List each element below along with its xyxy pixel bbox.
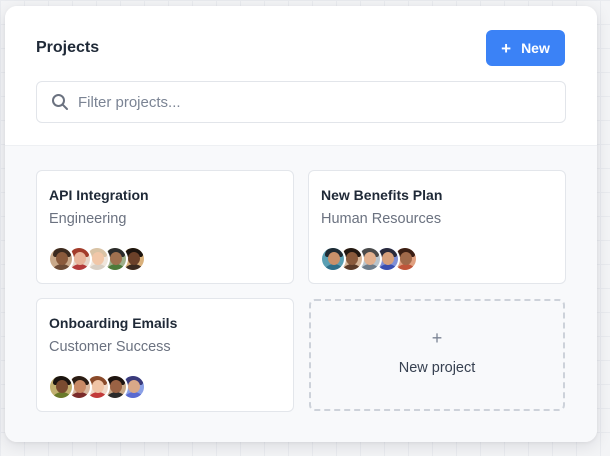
plus-icon: + [501,38,512,58]
avatar [48,246,74,272]
avatar [48,374,74,400]
projects-grid: API Integration Engineering New Benefits… [5,146,597,442]
avatar [320,246,346,272]
project-card-new-benefits-plan[interactable]: New Benefits Plan Human Resources [308,170,566,284]
project-card-onboarding-emails[interactable]: Onboarding Emails Customer Success [36,298,294,412]
plus-icon: + [431,328,443,348]
new-project-button[interactable]: + New project [309,299,565,411]
member-avatars [48,374,146,400]
project-title: Onboarding Emails [49,315,178,331]
project-title: API Integration [49,187,149,203]
new-button[interactable]: + New [486,30,565,66]
member-avatars [320,246,418,272]
projects-panel: Projects + New API Integration Engineeri… [5,6,597,442]
new-project-label: New project [398,360,476,376]
project-department: Customer Success [49,339,171,355]
project-card-api-integration[interactable]: API Integration Engineering [36,170,294,284]
new-button-label: New [521,40,550,56]
project-title: New Benefits Plan [321,187,443,203]
page-title: Projects [36,39,100,56]
search-box[interactable] [36,81,566,123]
search-input[interactable] [78,93,558,111]
project-department: Human Resources [321,211,442,227]
member-avatars [48,246,146,272]
search-icon [51,93,69,111]
project-department: Engineering [49,211,127,227]
panel-header: Projects + New [5,6,597,146]
